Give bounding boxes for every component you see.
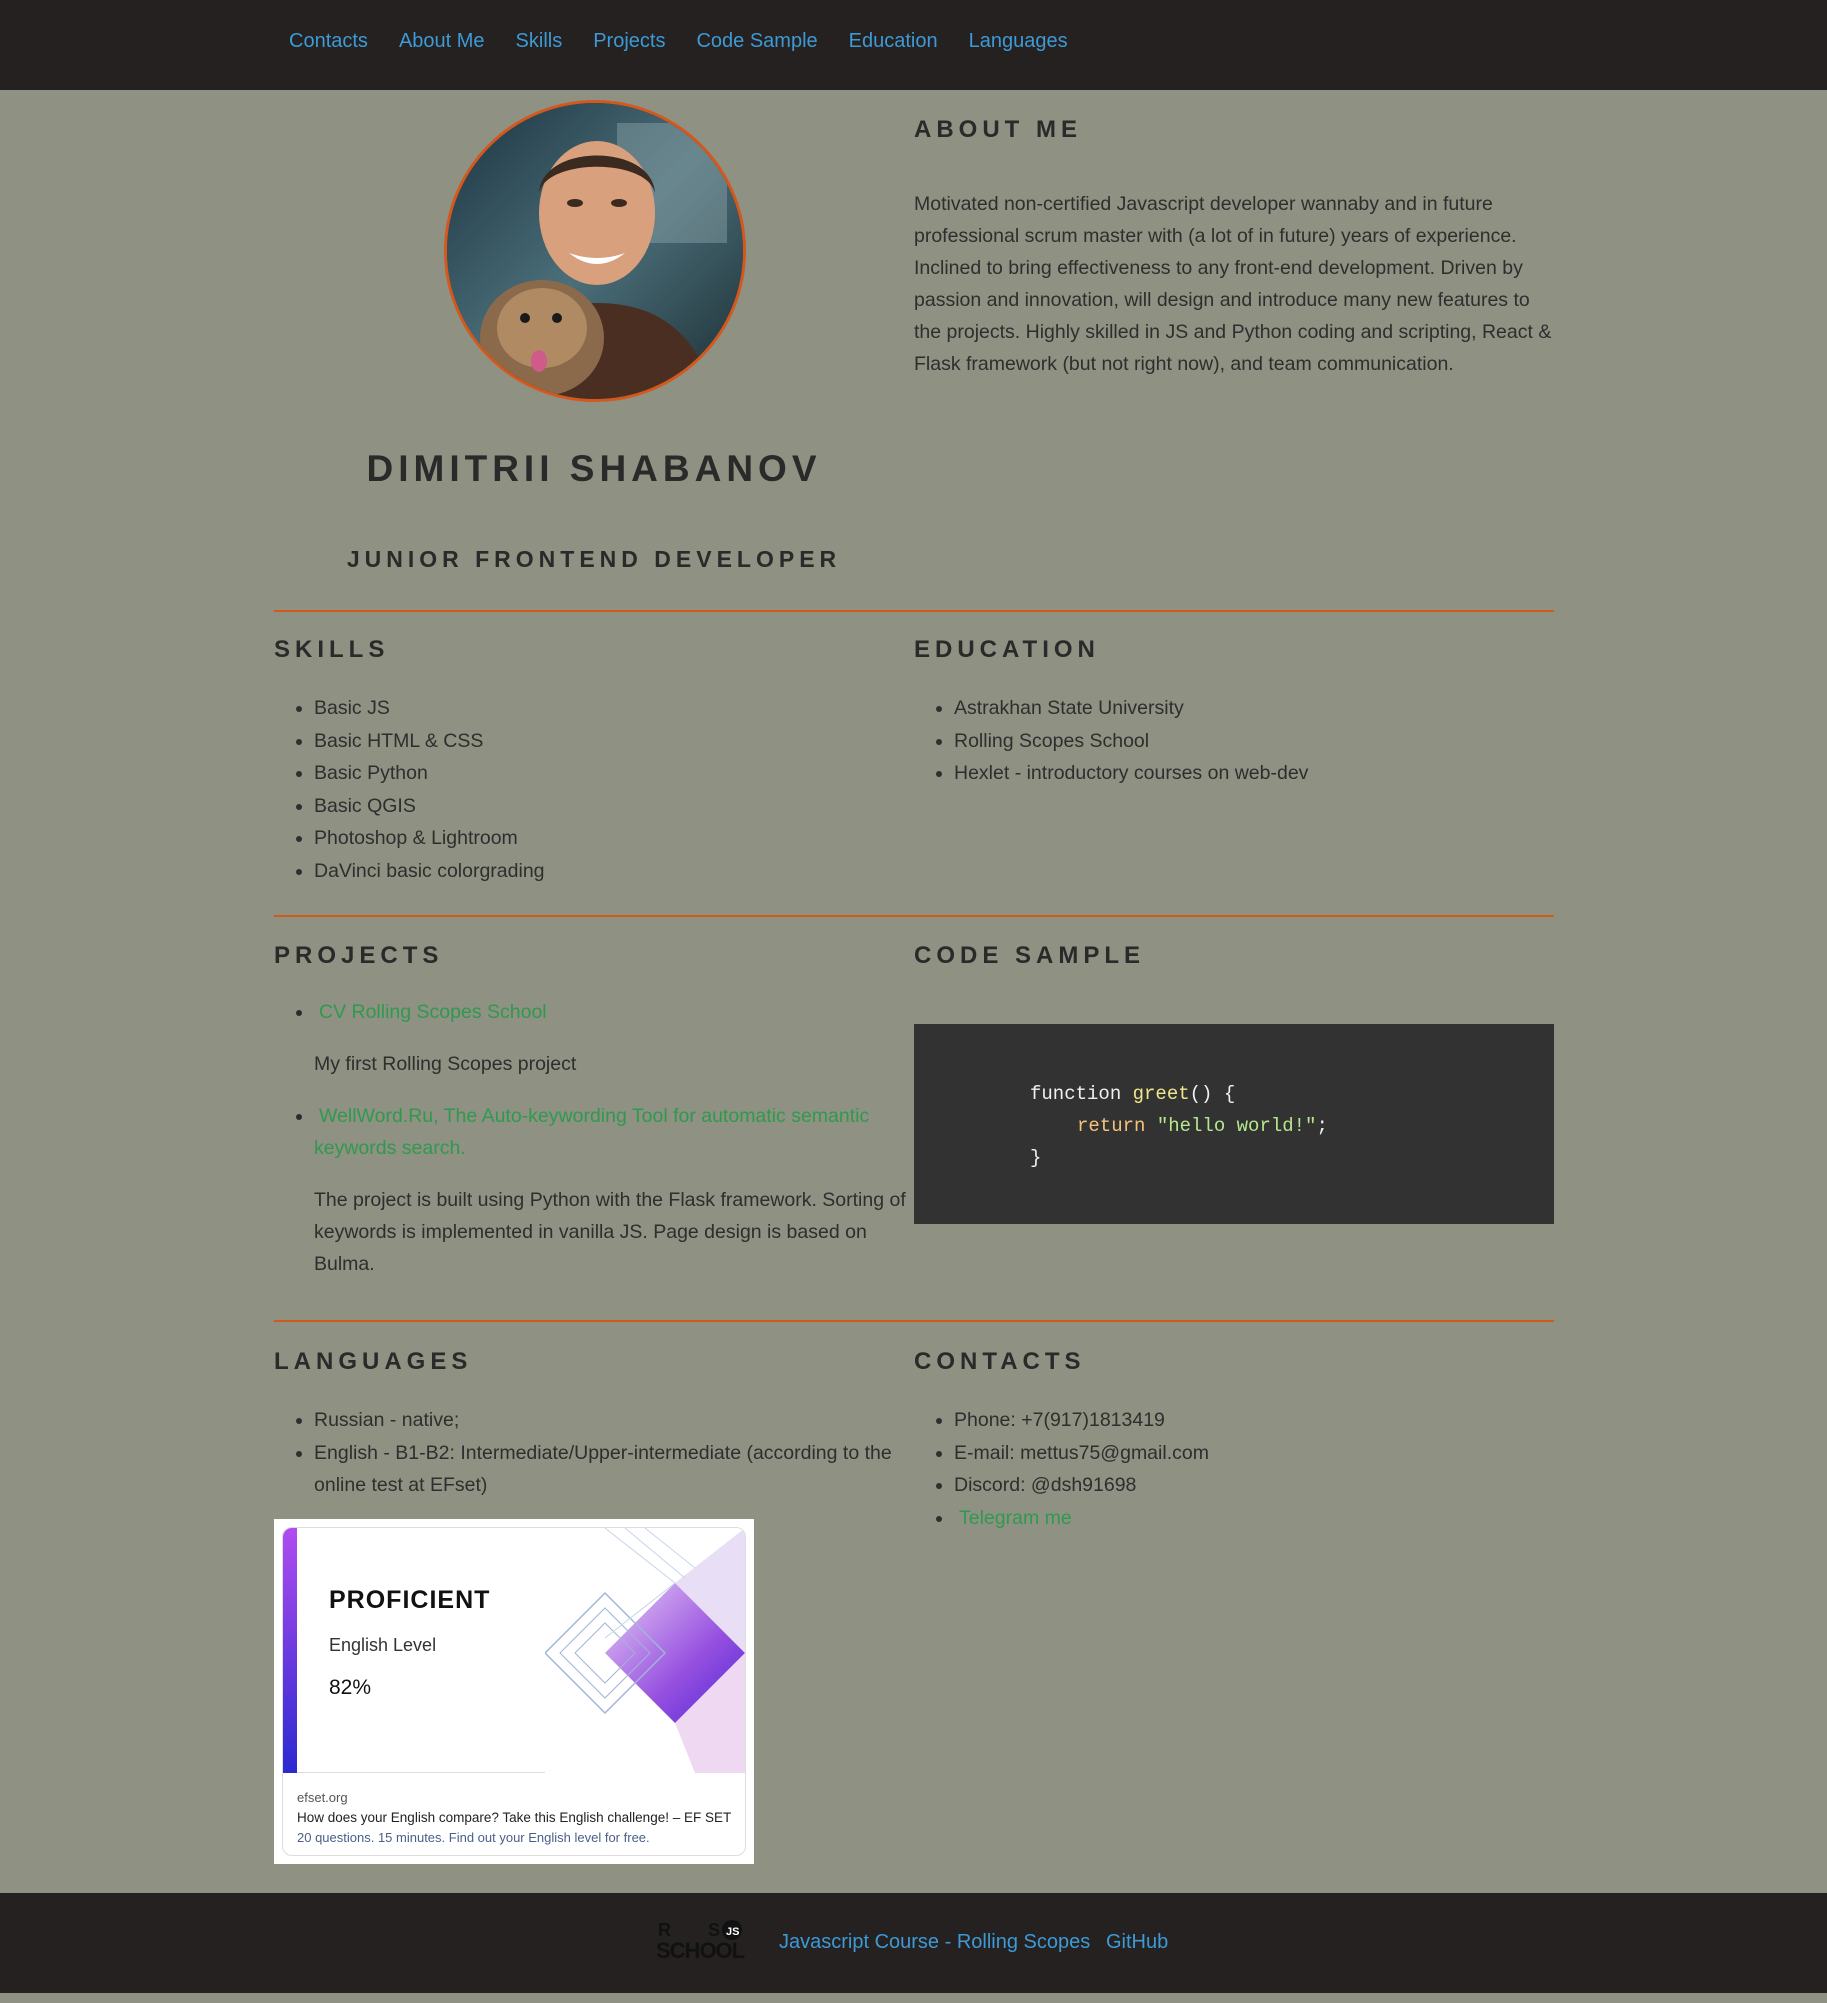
rs-school-logo[interactable]: R S SCHOOL JS <box>656 1918 760 1962</box>
svg-text:SCHOOL: SCHOOL <box>656 1938 745 1962</box>
avatar-photo <box>447 103 743 399</box>
list-item: Russian - native; <box>314 1404 914 1437</box>
nav-list: Contacts About Me Skills Projects Code S… <box>289 30 1099 53</box>
code-sample-section: CODE SAMPLE function greet() { return "h… <box>914 942 1554 1224</box>
page-footer: R S SCHOOL JS Javascript Course - Rollin… <box>0 1893 1827 1993</box>
efset-card-top: PROFICIENT English Level 82% <box>283 1528 745 1773</box>
nav-projects-link[interactable]: Projects <box>593 30 665 52</box>
contacts-section: CONTACTS Phone: +7(917)1813419 E-mail: m… <box>914 1348 1554 1534</box>
code-line: return "hello world!"; <box>1077 1115 1328 1137</box>
list-item: DaVinci basic colorgrading <box>314 855 914 888</box>
about-text: Motivated non-certified Javascript devel… <box>914 193 1552 375</box>
efset-note: 20 questions. 15 minutes. Find out your … <box>297 1830 650 1845</box>
nav-education-link[interactable]: Education <box>849 30 938 52</box>
svg-text:R: R <box>658 1920 671 1940</box>
project-description: My first Rolling Scopes project <box>314 1053 577 1075</box>
about-title: ABOUT ME <box>914 116 1082 143</box>
contact-telegram-item: Telegram me <box>954 1502 1554 1535</box>
skills-title: SKILLS <box>274 636 390 663</box>
top-nav: Contacts About Me Skills Projects Code S… <box>0 0 1827 90</box>
list-item: Astrakhan State University <box>954 692 1554 725</box>
project-description: The project is built using Python with t… <box>314 1189 906 1275</box>
skills-section: SKILLS Basic JS Basic HTML & CSS Basic P… <box>274 636 914 887</box>
hero-section: DIMITRII SHABANOV JUNIOR FRONTEND DEVELO… <box>274 90 1554 610</box>
project-link-cv[interactable]: CV Rolling Scopes School <box>319 1001 547 1023</box>
contact-email: E-mail: mettus75@gmail.com <box>954 1437 1554 1470</box>
nav-about-link[interactable]: About Me <box>399 30 485 52</box>
project-link-wellword[interactable]: WellWord.Ru, The Auto-keywording Tool fo… <box>314 1105 869 1159</box>
nav-code-sample-link[interactable]: Code Sample <box>696 30 817 52</box>
telegram-link[interactable]: Telegram me <box>959 1507 1072 1529</box>
contacts-title: CONTACTS <box>914 1348 1086 1375</box>
code-line: function greet() { <box>1030 1083 1236 1105</box>
list-item: Hexlet - introductory courses on web-dev <box>954 757 1554 790</box>
efset-question: How does your English compare? Take this… <box>297 1810 732 1825</box>
contact-discord: Discord: @dsh91698 <box>954 1469 1554 1502</box>
contacts-list: Phone: +7(917)1813419 E-mail: mettus75@g… <box>914 1404 1554 1534</box>
efset-percent: 82% <box>329 1676 372 1699</box>
list-item: Basic Python <box>314 757 914 790</box>
nav-skills-link[interactable]: Skills <box>516 30 563 52</box>
list-item: Rolling Scopes School <box>954 725 1554 758</box>
efset-level: PROFICIENT <box>329 1586 491 1614</box>
list-item: Basic QGIS <box>314 790 914 823</box>
education-title: EDUCATION <box>914 636 1100 663</box>
profile-role: JUNIOR FRONTEND DEVELOPER <box>346 546 842 572</box>
code-block: function greet() { return "hello world!"… <box>914 1024 1554 1224</box>
section-divider <box>274 610 1554 612</box>
efset-certificate-card[interactable]: PROFICIENT English Level 82% efset.org H… <box>274 1519 754 1864</box>
skills-list: Basic JS Basic HTML & CSS Basic Python B… <box>274 692 914 887</box>
list-item: Photoshop & Lightroom <box>314 822 914 855</box>
list-item: Basic HTML & CSS <box>314 725 914 758</box>
nav-contacts-link[interactable]: Contacts <box>289 30 368 52</box>
github-link[interactable]: GitHub <box>1106 1931 1168 1954</box>
list-item: Basic JS <box>314 692 914 725</box>
svg-text:S: S <box>708 1920 720 1940</box>
languages-list: Russian - native; English - B1-B2: Inter… <box>274 1404 914 1502</box>
efset-pattern-art <box>545 1528 745 1773</box>
contact-phone: Phone: +7(917)1813419 <box>954 1404 1554 1437</box>
course-link[interactable]: Javascript Course - Rolling Scopes <box>779 1931 1090 1954</box>
section-divider <box>274 1320 1554 1322</box>
profile-avatar <box>444 100 746 402</box>
efset-card-inner: PROFICIENT English Level 82% efset.org H… <box>282 1527 746 1856</box>
efset-site: efset.org <box>297 1790 348 1805</box>
code-line: } <box>1030 1147 1042 1169</box>
section-divider <box>274 915 1554 917</box>
education-list: Astrakhan State University Rolling Scope… <box>914 692 1554 790</box>
project-item: CV Rolling Scopes School My first Rollin… <box>314 996 914 1080</box>
svg-text:JS: JS <box>726 1926 739 1938</box>
code-sample-title: CODE SAMPLE <box>914 942 1146 969</box>
languages-title: LANGUAGES <box>274 1348 473 1375</box>
projects-section: PROJECTS CV Rolling Scopes School My fir… <box>274 942 914 1300</box>
efset-subtitle: English Level <box>329 1635 437 1655</box>
efset-accent-bar <box>283 1528 297 1773</box>
project-item: WellWord.Ru, The Auto-keywording Tool fo… <box>314 1100 914 1280</box>
languages-section: LANGUAGES Russian - native; English - B1… <box>274 1348 914 1502</box>
education-section: EDUCATION Astrakhan State University Rol… <box>914 636 1554 790</box>
nav-languages-link[interactable]: Languages <box>969 30 1068 52</box>
list-item: English - B1-B2: Intermediate/Upper-inte… <box>314 1437 914 1502</box>
profile-name: DIMITRII SHABANOV <box>366 448 822 489</box>
projects-list: CV Rolling Scopes School My first Rollin… <box>274 996 914 1280</box>
projects-title: PROJECTS <box>274 942 444 969</box>
